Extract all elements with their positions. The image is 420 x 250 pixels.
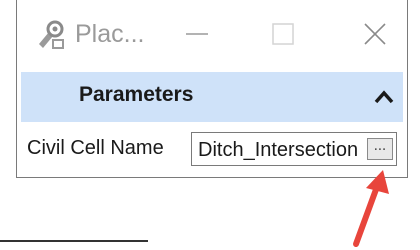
close-button[interactable] <box>353 14 397 54</box>
civil-cell-name-value: Ditch_Intersection <box>198 139 359 161</box>
browse-button[interactable]: ... <box>367 138 393 160</box>
civil-cell-icon <box>33 18 67 52</box>
section-title: Parameters <box>79 83 194 106</box>
civil-cell-name-row: Civil Cell Name Ditch_Intersection ... <box>27 130 403 170</box>
minimize-button[interactable] <box>175 14 219 54</box>
divider-line <box>0 240 148 242</box>
maximize-button[interactable] <box>261 14 305 54</box>
chevron-up-icon[interactable] <box>373 87 395 107</box>
screenshot-stage: Plac... Parameters Civil Cell Name Ditch… <box>0 0 420 250</box>
civil-cell-name-label: Civil Cell Name <box>27 137 164 159</box>
window-title: Plac... <box>75 20 145 48</box>
civil-cell-name-field[interactable]: Ditch_Intersection ... <box>191 132 397 166</box>
minimize-icon <box>186 33 208 35</box>
title-bar[interactable]: Plac... <box>17 0 407 70</box>
red-arrow-annotation <box>353 170 389 247</box>
close-icon <box>364 23 386 45</box>
parameters-section-header[interactable]: Parameters <box>21 72 403 122</box>
place-civil-cell-dialog: Plac... Parameters Civil Cell Name Ditch… <box>16 0 408 178</box>
maximize-icon <box>272 23 294 45</box>
